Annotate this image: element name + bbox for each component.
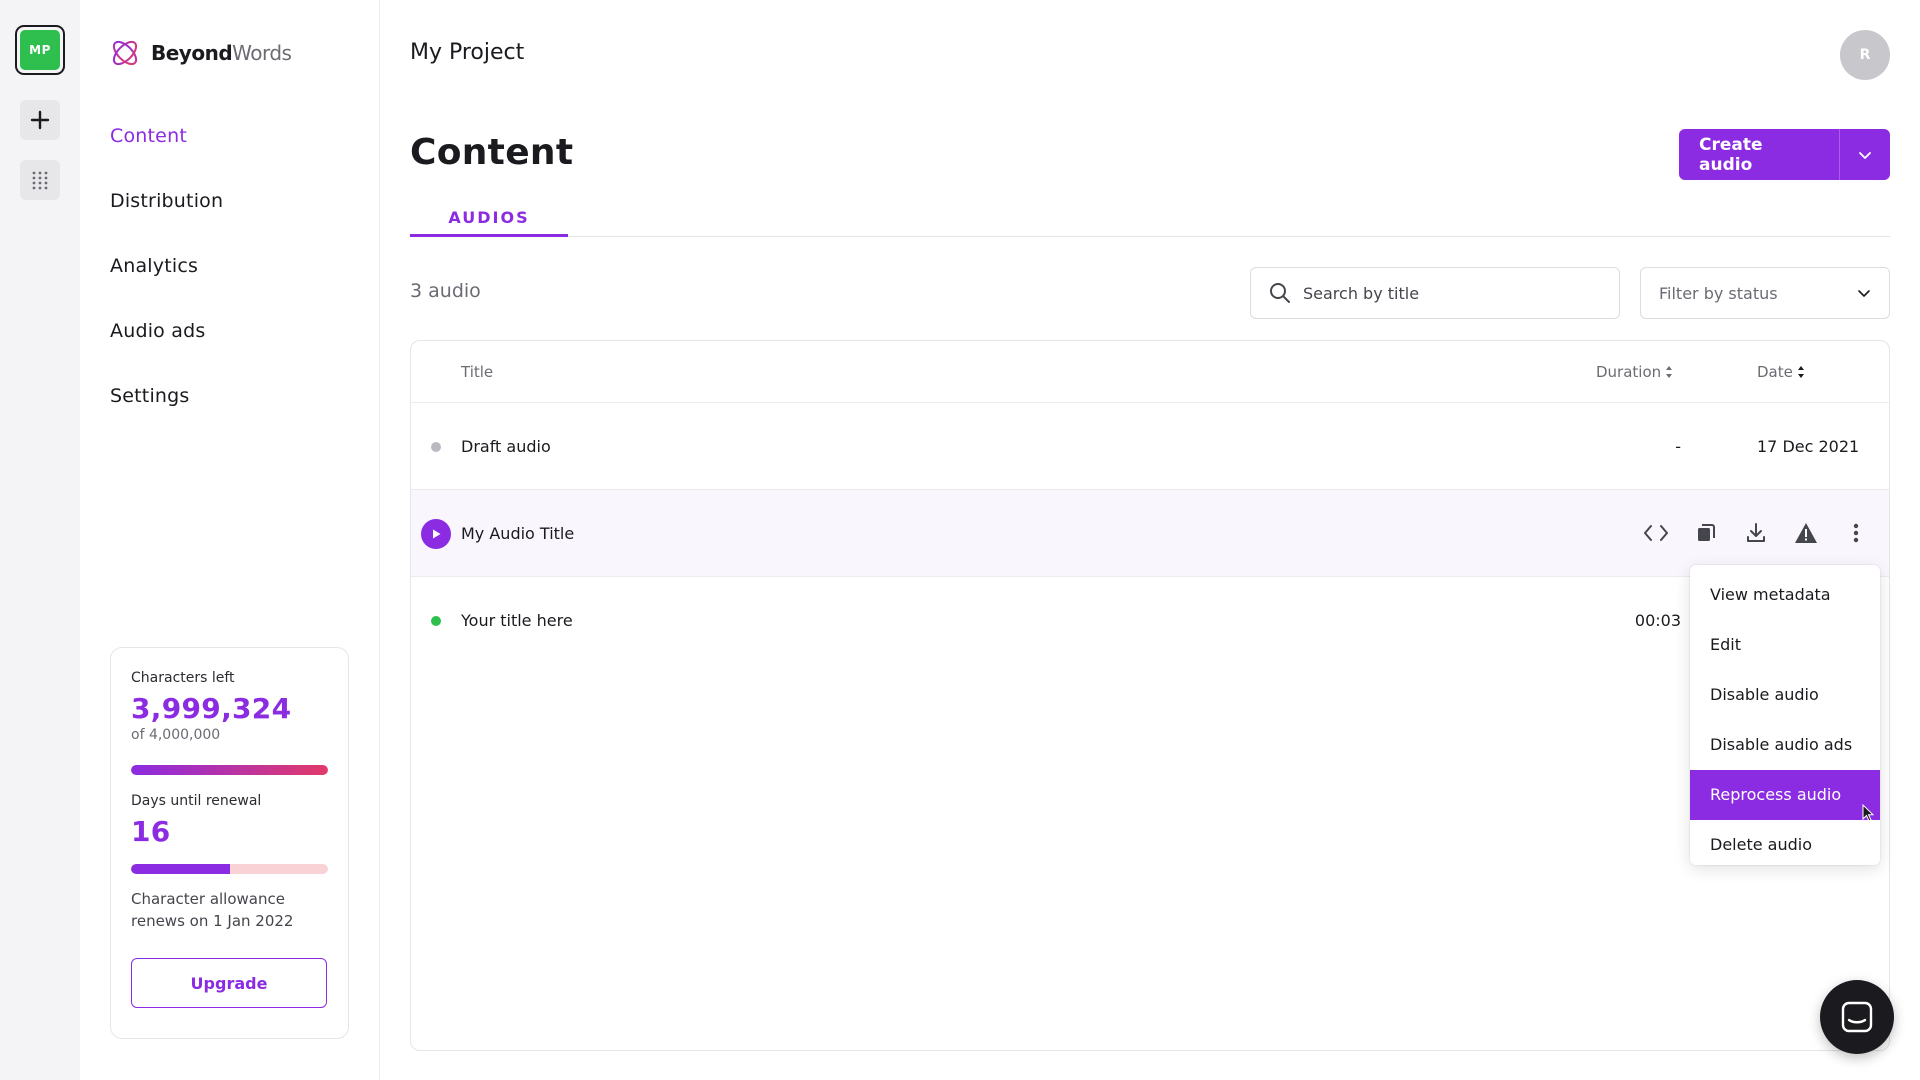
- embed-code-button[interactable]: [1641, 518, 1671, 548]
- warning-button[interactable]: [1791, 518, 1821, 548]
- column-header-duration[interactable]: Duration: [1596, 363, 1673, 381]
- plus-icon: [30, 110, 50, 130]
- sidebar-item-analytics[interactable]: Analytics: [110, 248, 223, 313]
- row-title[interactable]: My Audio Title: [461, 524, 574, 543]
- create-audio-group: Create audio: [1679, 129, 1890, 180]
- days-until-renewal-value: 16: [131, 815, 171, 848]
- sort-icon: [1797, 366, 1804, 378]
- content-tabs: AUDIOS: [410, 200, 1890, 237]
- table-row[interactable]: Your title here 00:03: [411, 577, 1889, 664]
- characters-left-label: Characters left: [131, 670, 235, 686]
- tab-audios[interactable]: AUDIOS: [410, 200, 568, 237]
- days-until-renewal-label: Days until renewal: [131, 793, 262, 809]
- more-vertical-icon: [1853, 523, 1859, 543]
- sidebar-item-audio-ads[interactable]: Audio ads: [110, 313, 223, 378]
- logo-text: BeyondWords: [151, 41, 292, 65]
- characters-left-value: 3,999,324: [131, 692, 292, 725]
- audio-table: Title Duration Date Draft audio - 17 Dec…: [410, 340, 1890, 1051]
- row-title[interactable]: Draft audio: [461, 437, 551, 456]
- project-title: My Project: [410, 40, 525, 65]
- menu-item-view-metadata[interactable]: View metadata: [1690, 570, 1880, 620]
- create-audio-dropdown-button[interactable]: [1839, 129, 1890, 180]
- upgrade-button[interactable]: Upgrade: [131, 958, 327, 1008]
- sidebar-nav: Content Distribution Analytics Audio ads…: [110, 118, 223, 443]
- menu-item-edit[interactable]: Edit: [1690, 620, 1880, 670]
- menu-item-disable-audio-ads[interactable]: Disable audio ads: [1690, 720, 1880, 770]
- mouse-cursor-icon: [1862, 804, 1874, 822]
- beyondwords-logo[interactable]: BeyondWords: [109, 37, 292, 69]
- search-input[interactable]: [1303, 283, 1603, 303]
- main-content: My Project R Content Create audio AUDIOS…: [410, 0, 1890, 1080]
- audio-count: 3 audio: [410, 280, 481, 302]
- menu-item-delete-audio[interactable]: Delete audio: [1690, 820, 1880, 870]
- add-project-button[interactable]: [20, 100, 60, 140]
- table-row[interactable]: My Audio Title: [411, 490, 1889, 577]
- table-header: Title Duration Date: [411, 341, 1889, 403]
- row-duration: -: [1675, 437, 1681, 456]
- row-context-menu: View metadata Edit Disable audio Disable…: [1690, 565, 1880, 865]
- sidebar: BeyondWords Content Distribution Analyti…: [80, 0, 380, 1080]
- status-filter-placeholder: Filter by status: [1659, 283, 1778, 303]
- grid-icon: [32, 171, 48, 190]
- apps-grid-button[interactable]: [20, 160, 60, 200]
- project-rail: MP: [0, 0, 80, 1080]
- download-button[interactable]: [1741, 518, 1771, 548]
- download-icon: [1747, 523, 1765, 542]
- copy-button[interactable]: [1691, 518, 1721, 548]
- code-icon: [1644, 525, 1668, 541]
- table-row[interactable]: Draft audio - 17 Dec 2021: [411, 403, 1889, 490]
- usage-card: Characters left 3,999,324 of 4,000,000 D…: [110, 647, 349, 1039]
- status-dot-draft: [431, 442, 441, 452]
- search-box: [1250, 267, 1620, 319]
- sidebar-item-settings[interactable]: Settings: [110, 378, 223, 443]
- chevron-down-icon: [1859, 151, 1871, 159]
- sidebar-item-distribution[interactable]: Distribution: [110, 183, 223, 248]
- renewal-note: Character allowance renews on 1 Jan 2022: [131, 890, 294, 930]
- column-header-date[interactable]: Date: [1757, 363, 1805, 381]
- days-progress-bar: [131, 864, 328, 874]
- search-icon: [1270, 283, 1290, 303]
- column-header-title: Title: [461, 363, 494, 381]
- chat-icon: [1841, 1001, 1873, 1033]
- row-actions: [1641, 518, 1871, 548]
- project-switcher[interactable]: MP: [15, 25, 65, 75]
- play-button[interactable]: [421, 519, 451, 549]
- sidebar-item-content[interactable]: Content: [110, 118, 223, 183]
- user-avatar[interactable]: R: [1840, 30, 1890, 80]
- row-title[interactable]: Your title here: [461, 611, 573, 630]
- copy-icon: [1698, 524, 1715, 541]
- menu-item-disable-audio[interactable]: Disable audio: [1690, 670, 1880, 720]
- page-title: Content: [410, 132, 574, 173]
- days-progress-fill: [131, 864, 230, 874]
- menu-item-reprocess-audio[interactable]: Reprocess audio: [1690, 770, 1880, 822]
- chevron-down-icon: [1858, 290, 1870, 297]
- logo-icon: [112, 40, 138, 66]
- row-duration: 00:03: [1634, 611, 1681, 630]
- menu-item-label: Reprocess audio: [1710, 785, 1842, 804]
- create-audio-button[interactable]: Create audio: [1679, 129, 1840, 180]
- more-options-button[interactable]: [1841, 518, 1871, 548]
- row-date: 17 Dec 2021: [1757, 437, 1860, 456]
- project-badge[interactable]: MP: [20, 30, 60, 70]
- play-icon: [433, 529, 441, 539]
- status-dot-ready: [431, 616, 441, 626]
- warning-icon: [1795, 523, 1817, 543]
- chat-launcher-button[interactable]: [1820, 980, 1894, 1054]
- characters-progress-bar: [131, 765, 328, 775]
- status-filter-select[interactable]: Filter by status: [1640, 267, 1890, 319]
- sort-icon: [1666, 366, 1673, 378]
- characters-total: of 4,000,000: [131, 727, 221, 743]
- characters-progress-fill: [131, 765, 328, 775]
